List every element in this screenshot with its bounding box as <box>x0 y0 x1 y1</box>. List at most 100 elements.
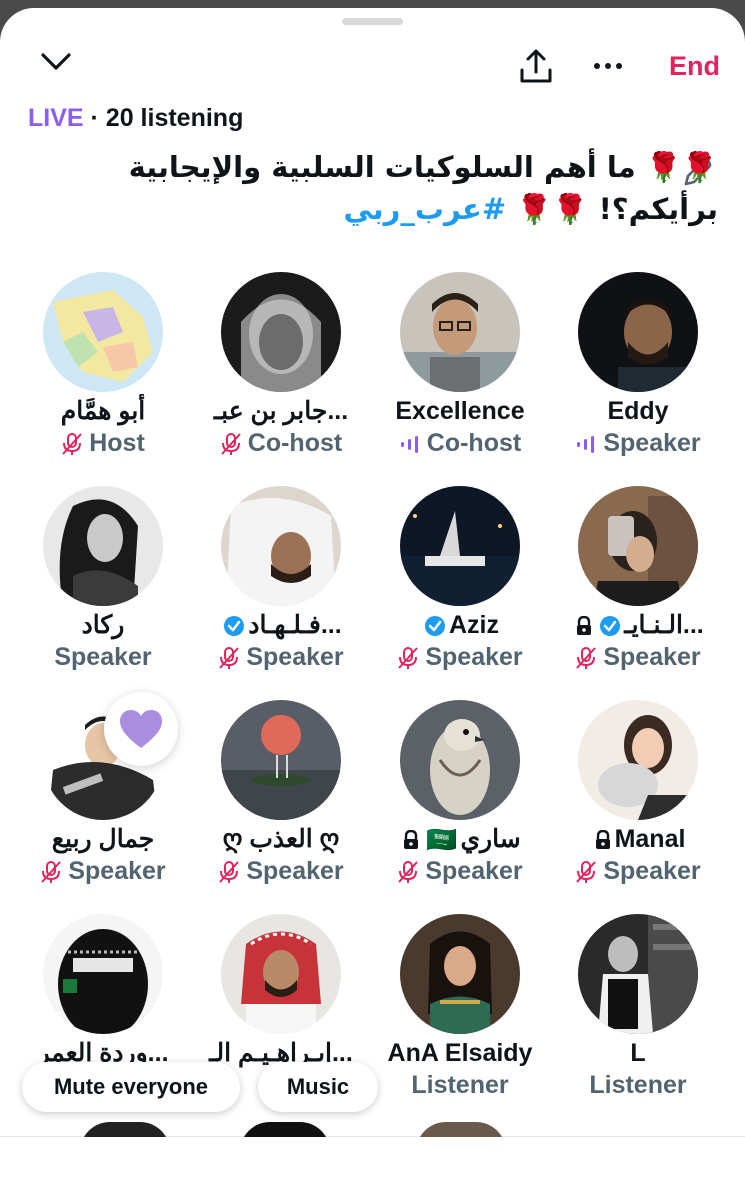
space-status: LIVE · 20 listening <box>28 102 243 134</box>
participant-name-text: فـلـهـاد... <box>248 611 342 639</box>
lock-icon <box>595 830 610 850</box>
avatar[interactable] <box>43 914 163 1034</box>
participant-name-text: Excellence <box>395 397 525 425</box>
participant-name-text: ساري <box>460 825 521 853</box>
mute-everyone-button[interactable]: Mute everyone <box>22 1062 240 1112</box>
participant-name: ركاد <box>14 608 192 642</box>
participant-name-text: L <box>630 1039 646 1067</box>
mic-muted-icon <box>41 861 62 884</box>
participant-name-text: ركاد <box>81 611 125 639</box>
mic-muted-icon <box>221 433 241 456</box>
participant-role: Speaker <box>549 855 727 887</box>
avatar[interactable] <box>221 272 341 392</box>
participant-role-text: Co-host <box>426 429 522 457</box>
avatar[interactable] <box>400 700 520 820</box>
avatar[interactable] <box>578 700 698 820</box>
participant-name: ღ العذب ღ <box>192 822 370 856</box>
participant-cell[interactable]: Eddy Speaker <box>549 264 727 464</box>
more-options-icon[interactable] <box>586 44 630 88</box>
participant-name: Eddy <box>549 394 727 428</box>
participant-role: Listener <box>371 1069 549 1101</box>
chevron-down-icon[interactable] <box>38 46 74 76</box>
participant-name-text: Eddy <box>607 397 669 425</box>
mic-muted-icon <box>398 647 419 670</box>
participant-role-text: Co-host <box>247 429 343 457</box>
participant-role-text: Listener <box>411 1071 509 1099</box>
mic-muted-icon <box>219 861 240 884</box>
participant-role: Speaker <box>192 641 370 673</box>
participant-role: Co-host <box>371 427 549 459</box>
participant-role-text: Speaker <box>246 857 344 885</box>
participant-cell[interactable]: 🇸🇦 ساري Speaker <box>371 692 549 892</box>
participant-cell[interactable]: L Listener <box>549 906 727 1106</box>
participant-name: جمال ربيع <box>14 822 192 856</box>
mic-muted-icon <box>576 647 597 670</box>
participant-name: الـنـايـ... <box>549 608 727 642</box>
title-line-1: 🌹🌹 ما أهم السلوكيات السلبية والإيجابية <box>128 150 718 184</box>
participant-name: جابر بن عبـ... <box>192 394 370 428</box>
lock-icon <box>404 830 419 850</box>
status-separator: · <box>83 104 106 132</box>
verified-badge-icon <box>600 616 621 637</box>
mic-muted-icon <box>62 433 82 456</box>
participant-name: Aziz <box>371 608 549 642</box>
avatar[interactable] <box>578 272 698 392</box>
music-button[interactable]: Music <box>258 1062 378 1112</box>
space-title: 🌹🌹 ما أهم السلوكيات السلبية والإيجابية ب… <box>28 146 718 230</box>
participant-cell[interactable]: Manal Speaker <box>549 692 727 892</box>
flag-icon: 🇸🇦 <box>426 826 458 855</box>
participant-role-text: Speaker <box>54 643 152 671</box>
title-line-2: برأيكم؟! 🌹🌹 #عرب_ربي <box>28 188 718 230</box>
participant-cell[interactable]: ركاد Speaker <box>14 478 192 678</box>
participant-name-text: أبو همَّام <box>60 397 146 425</box>
participant-role: Host <box>14 427 192 459</box>
participant-role: Speaker <box>549 641 727 673</box>
sheet-grabber[interactable] <box>342 18 403 25</box>
participant-role: Speaker <box>14 641 192 673</box>
participant-name: L <box>549 1036 727 1070</box>
participant-role-text: Speaker <box>68 857 166 885</box>
avatar[interactable] <box>578 914 698 1034</box>
participant-cell[interactable]: أبو همَّام Host <box>14 264 192 464</box>
participant-name-text: AnA Elsaidy <box>387 1039 533 1067</box>
participant-role: Co-host <box>192 427 370 459</box>
participant-cell[interactable]: Aziz Speaker <box>371 478 549 678</box>
speaking-bars-icon <box>400 436 418 454</box>
avatar[interactable] <box>400 914 520 1034</box>
bottom-toolbar <box>0 1137 745 1200</box>
participant-role-text: Speaker <box>603 429 701 457</box>
heart-icon <box>120 710 162 748</box>
share-icon[interactable] <box>514 44 558 88</box>
participant-name: Excellence <box>371 394 549 428</box>
live-label: LIVE <box>28 104 84 132</box>
title-hashtag-link[interactable]: #عرب_ربي <box>343 192 506 226</box>
participant-cell[interactable]: ღ العذب ღ Speaker <box>192 692 370 892</box>
avatar[interactable] <box>43 486 163 606</box>
participant-role: Speaker <box>371 641 549 673</box>
participant-name-text: جمال ربيع <box>51 825 155 853</box>
participant-cell[interactable]: جابر بن عبـ... Co-host <box>192 264 370 464</box>
speaking-bars-icon <box>577 436 595 454</box>
participant-role-text: Speaker <box>603 643 701 671</box>
avatar[interactable] <box>221 486 341 606</box>
avatar[interactable] <box>43 272 163 392</box>
heart-reaction-badge <box>104 692 178 766</box>
avatar[interactable] <box>400 272 520 392</box>
participant-name: AnA Elsaidy <box>371 1036 549 1070</box>
participant-name: فـلـهـاد... <box>192 608 370 642</box>
avatar[interactable] <box>578 486 698 606</box>
end-space-button[interactable]: End <box>646 46 720 86</box>
avatar[interactable] <box>221 914 341 1034</box>
participant-name-text: جابر بن عبـ... <box>213 397 349 425</box>
participant-cell[interactable]: الـنـايـ... Speaker <box>549 478 727 678</box>
participant-cell[interactable]: فـلـهـاد... Speaker <box>192 478 370 678</box>
participant-role: Speaker <box>549 427 727 459</box>
top-bar: End <box>0 38 745 94</box>
mic-muted-icon <box>219 647 240 670</box>
avatar[interactable] <box>400 486 520 606</box>
participant-role: Speaker <box>14 855 192 887</box>
participant-cell[interactable]: AnA Elsaidy Listener <box>371 906 549 1106</box>
avatar[interactable] <box>221 700 341 820</box>
space-sheet: End LIVE · 20 listening 🌹🌹 ما أهم السلوك… <box>0 8 745 1200</box>
participant-cell[interactable]: Excellence Co-host <box>371 264 549 464</box>
